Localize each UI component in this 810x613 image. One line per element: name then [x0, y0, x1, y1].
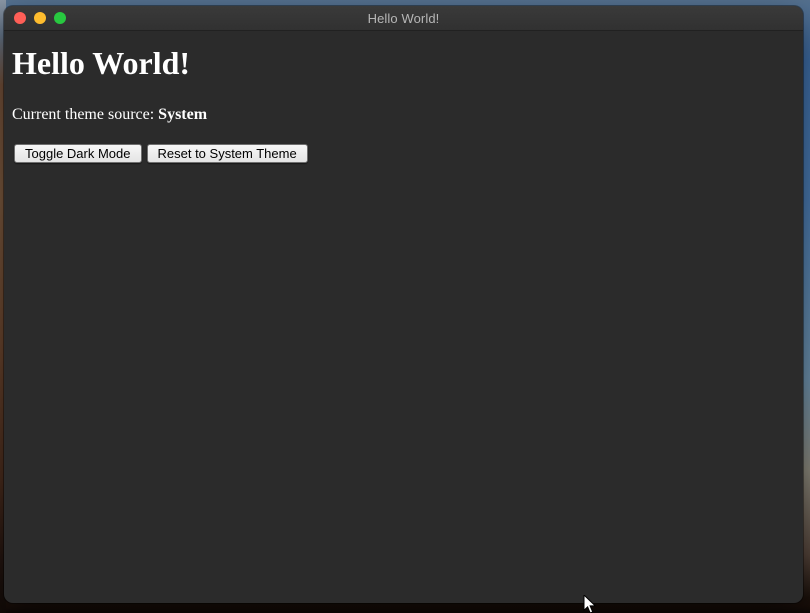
button-row: Toggle Dark Mode Reset to System Theme: [14, 144, 795, 163]
reset-system-theme-button[interactable]: Reset to System Theme: [147, 144, 308, 163]
window-titlebar[interactable]: Hello World!: [4, 6, 803, 31]
close-window-button[interactable]: [14, 12, 26, 24]
app-window: Hello World! Hello World! Current theme …: [4, 6, 803, 603]
toggle-dark-mode-button[interactable]: Toggle Dark Mode: [14, 144, 142, 163]
page-title: Hello World!: [12, 45, 795, 82]
zoom-window-button[interactable]: [54, 12, 66, 24]
theme-source-label: Current theme source:: [12, 106, 158, 123]
theme-source-line: Current theme source: System: [12, 106, 795, 124]
window-title: Hello World!: [4, 11, 803, 26]
page-content: Hello World! Current theme source: Syste…: [4, 45, 803, 163]
theme-source-value: System: [158, 106, 207, 123]
traffic-lights: [4, 12, 66, 24]
desktop-background: Hello World! Hello World! Current theme …: [0, 0, 810, 613]
minimize-window-button[interactable]: [34, 12, 46, 24]
